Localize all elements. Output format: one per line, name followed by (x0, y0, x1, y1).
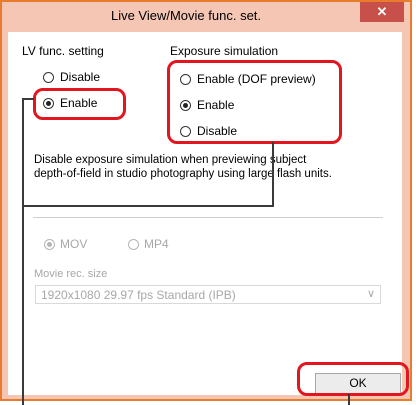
mov-radio[interactable] (44, 239, 55, 250)
close-icon[interactable]: ✕ (360, 2, 404, 22)
title-bar[interactable]: Live View/Movie func. set. ✕ (2, 2, 410, 30)
callout-line-ok (348, 394, 350, 405)
ok-button-highlight (297, 362, 409, 396)
mp4-label[interactable]: MP4 (144, 237, 169, 251)
movie-rec-size-select[interactable]: 1920x1080 29.97 fps Standard (IPB) ∨ (35, 285, 381, 304)
exposure-description-line1: Disable exposure simulation when preview… (34, 154, 307, 166)
callout-line-lv (22, 98, 24, 405)
dialog-body: LV func. setting Disable Enable Exposure… (8, 32, 409, 396)
dialog-window: Live View/Movie func. set. ✕ LV func. se… (0, 0, 412, 401)
callout-line-lv-tick (22, 98, 34, 100)
mov-label[interactable]: MOV (60, 237, 87, 251)
section-divider (33, 217, 383, 218)
chevron-down-icon: ∨ (366, 288, 375, 300)
exposure-description-line2: depth-of-field in studio photography usi… (34, 168, 332, 180)
mp4-radio[interactable] (128, 239, 139, 250)
callout-line-exposure (272, 142, 274, 207)
exposure-sim-heading: Exposure simulation (170, 44, 279, 58)
dialog-title: Live View/Movie func. set. (110, 8, 262, 23)
lv-enable-highlight (33, 88, 126, 120)
lv-func-heading: LV func. setting (22, 44, 104, 58)
lv-disable-label[interactable]: Disable (60, 70, 100, 84)
movie-rec-size-value: 1920x1080 29.97 fps Standard (IPB) (41, 288, 236, 302)
exposure-sim-highlight (167, 60, 342, 144)
movie-rec-size-label: Movie rec. size (34, 268, 108, 280)
lv-disable-radio[interactable] (43, 72, 54, 83)
callout-line-exposure-horizontal (22, 205, 274, 207)
